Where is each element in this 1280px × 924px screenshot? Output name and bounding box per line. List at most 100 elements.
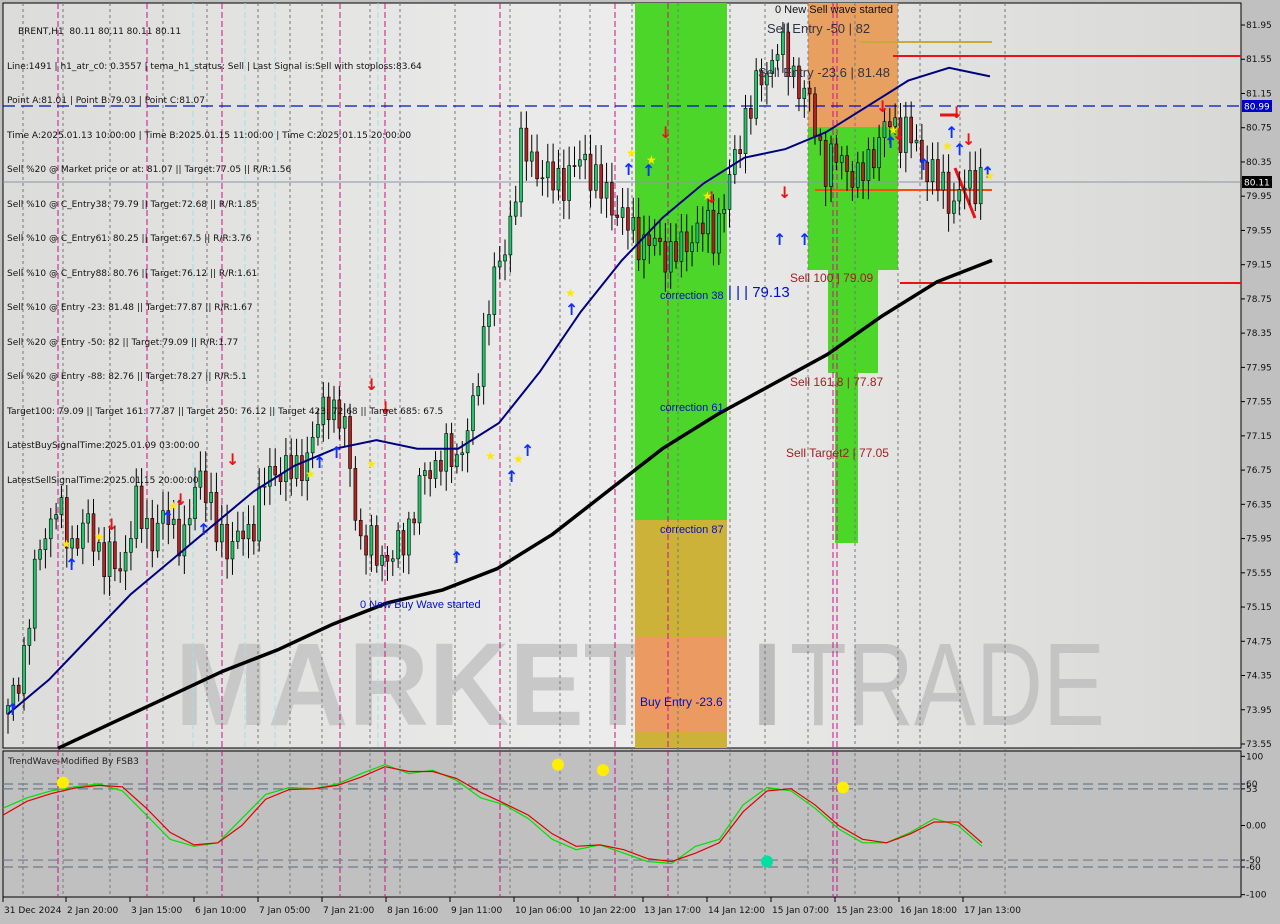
sell-100-label: Sell 100 | 79.09	[790, 271, 874, 285]
yellow-dot-marker	[597, 764, 609, 777]
bear-candle	[535, 151, 539, 180]
bear-candle	[102, 542, 106, 577]
sell-zone-green-2	[828, 270, 878, 373]
price-tick-label: 75.55	[1246, 569, 1272, 579]
bull-candle	[519, 127, 523, 203]
bull-candle	[829, 143, 833, 187]
buy-arrow-icon: ↑	[798, 230, 811, 249]
bull-candle	[545, 161, 550, 179]
bull-candle	[513, 201, 518, 217]
price-tick-label: 74.75	[1246, 637, 1272, 647]
bull-candle	[508, 215, 513, 256]
bull-candle	[476, 386, 481, 397]
new-sell-wave-label: 0 New Sell wave started	[775, 4, 893, 16]
bear-candle	[861, 162, 865, 181]
star-marker-icon: ★	[61, 537, 72, 551]
time-tick-label: 8 Jan 16:00	[387, 906, 439, 916]
bear-candle	[610, 182, 614, 216]
bear-candle	[663, 241, 668, 273]
bull-candle	[155, 522, 160, 552]
bear-candle	[845, 155, 849, 172]
time-axis[interactable]: 31 Dec 2024 2 Jan 20:00 3 Jan 15:00 6 Jan 1…	[2, 897, 1021, 916]
bull-candle	[802, 87, 807, 99]
bull-candle	[27, 627, 32, 646]
price-tick-label: 79.15	[1246, 261, 1272, 271]
bull-candle	[444, 433, 449, 472]
bull-candle	[43, 538, 48, 550]
info-line: Sell %10 @ C_Entry38: 79.79 || Target:72…	[7, 199, 258, 210]
bull-candle	[706, 209, 710, 235]
time-tick-label: 3 Jan 15:00	[131, 906, 183, 916]
bear-candle	[562, 168, 566, 201]
bull-candle	[187, 518, 192, 526]
bull-candle	[390, 558, 395, 562]
bull-candle	[930, 159, 935, 182]
bull-candle	[219, 523, 224, 543]
price-tick-label: 77.55	[1246, 398, 1272, 408]
star-marker-icon: ★	[94, 530, 105, 544]
bear-candle	[401, 530, 406, 556]
price-tick-label: 81.15	[1246, 89, 1272, 99]
info-line: Sell %20 @ Entry -50: 82 || Target:79.09…	[7, 337, 239, 348]
price-tick-label: 76.75	[1246, 466, 1272, 476]
sell-arrow-icon: ↓	[105, 515, 118, 534]
bear-candle	[626, 207, 630, 231]
bull-candle	[556, 168, 561, 191]
time-tick-label: 17 Jan 13:00	[964, 906, 1021, 916]
bull-candle	[578, 159, 582, 167]
oscillator-plot-area	[2, 750, 1242, 898]
oscillator-tick-label: -60	[1246, 863, 1261, 873]
bull-candle	[957, 189, 962, 202]
oscillator-tick-label: -100	[1246, 891, 1267, 901]
bear-candle	[252, 524, 256, 542]
bear-candle	[684, 231, 689, 252]
oscillator-tick-label: 0.00	[1246, 822, 1266, 832]
bear-candle	[936, 159, 940, 191]
bull-candle	[246, 524, 251, 540]
time-tick-label: 13 Jan 17:00	[644, 906, 701, 916]
bull-candle	[123, 551, 128, 572]
bull-candle	[866, 149, 871, 181]
star-marker-icon: ★	[513, 452, 524, 466]
yellow-dot-marker	[57, 776, 69, 789]
bear-candle	[572, 165, 577, 167]
star-marker-icon: ★	[626, 146, 637, 160]
price-axis[interactable]: 81.95 81.55 81.15 80.75 80.35 79.95 79.55 79.15…	[1241, 21, 1272, 750]
time-tick-label: 6 Jan 10:00	[195, 906, 247, 916]
bear-candle	[241, 530, 245, 540]
bear-candle	[850, 171, 855, 188]
bull-candle	[604, 182, 609, 199]
star-marker-icon: ★	[702, 189, 713, 203]
bull-candle	[460, 452, 465, 456]
bear-candle	[75, 538, 80, 549]
price-tick-label: 79.95	[1246, 192, 1272, 202]
bear-candle	[636, 216, 641, 261]
bear-candle	[823, 140, 828, 187]
correction-61-label: correction 61	[660, 402, 724, 414]
buy-arrow-icon: ↑	[565, 300, 578, 319]
price-tick-label: 81.95	[1246, 21, 1272, 31]
oscillator-tick-label: 53	[1246, 785, 1257, 795]
info-line: Time A:2025.01.13 10:00:00 | Time B:2025…	[7, 130, 412, 141]
bear-candle	[973, 170, 978, 205]
bull-candle	[968, 170, 972, 189]
price-tick-label: 74.35	[1246, 672, 1272, 682]
sell-arrow-icon: ↓	[778, 183, 791, 202]
sell-arrow-icon: ↓	[659, 123, 672, 142]
bear-candle	[834, 143, 839, 163]
oscillator-tick-label: 100	[1246, 752, 1263, 762]
bull-candle	[668, 241, 673, 273]
yellow-dot-marker	[837, 781, 849, 794]
chart-window[interactable]: MARKETZ I TRADE 0 New Sell wave started Sel…	[0, 0, 1280, 920]
bull-candle	[855, 162, 860, 188]
bull-candle	[727, 174, 732, 210]
sell-arrow-icon: ↓	[876, 97, 889, 116]
time-tick-label: 31 Dec 2024	[4, 906, 62, 916]
price-tick-label: 78.75	[1246, 295, 1272, 305]
bear-candle	[871, 149, 876, 169]
bull-candle	[54, 514, 58, 520]
bull-candle	[107, 541, 112, 577]
star-marker-icon: ★	[984, 169, 995, 183]
bull-candle	[567, 165, 571, 201]
oscillator-title: TrendWave-Modified By FSB3	[7, 757, 139, 767]
